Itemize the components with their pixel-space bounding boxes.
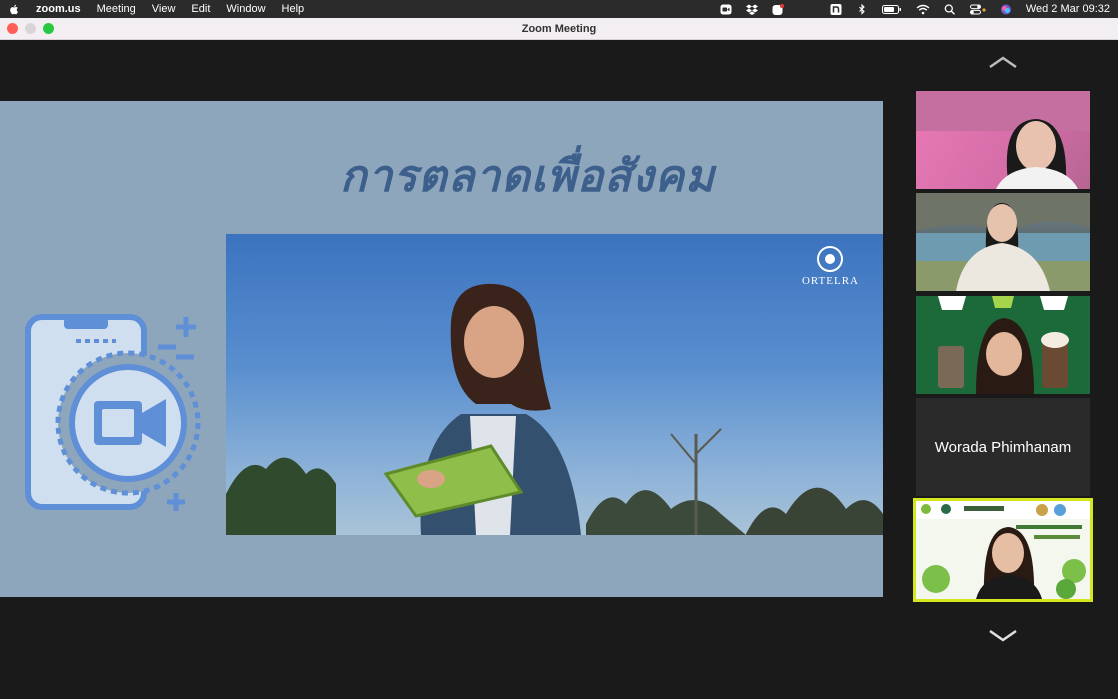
participant-video xyxy=(916,501,1090,599)
window-title-bar: Zoom Meeting xyxy=(0,18,1118,40)
meeting-area: การตลาดเพื่อสังคม ORTELRA Worada Phimhan… xyxy=(0,41,1118,699)
participant-video xyxy=(916,91,1090,189)
active-speaker-tile[interactable] xyxy=(913,498,1093,602)
macos-menu-bar: zoom.us Meeting View Edit Window Help We… xyxy=(0,0,1118,18)
battery-icon[interactable] xyxy=(881,4,902,15)
notes-app-icon[interactable] xyxy=(830,3,842,15)
siri-icon[interactable] xyxy=(1000,4,1012,15)
slide-title: การตลาดเพื่อสังคม xyxy=(340,151,716,202)
shared-screen[interactable]: การตลาดเพื่อสังคม ORTELRA xyxy=(0,101,883,597)
participant-video xyxy=(916,296,1090,394)
zoom-status-icon[interactable] xyxy=(720,4,732,15)
notification-app-icon[interactable] xyxy=(772,3,784,15)
slide-photo-woman-with-tablet: ORTELRA xyxy=(226,234,883,535)
menu-window[interactable]: Window xyxy=(226,3,265,15)
window-controls xyxy=(7,23,54,34)
participant-video-tile[interactable] xyxy=(916,296,1090,394)
bluetooth-icon[interactable] xyxy=(856,3,868,15)
window-title: Zoom Meeting xyxy=(521,22,597,35)
control-center-icon[interactable] xyxy=(969,4,986,15)
participant-video xyxy=(916,193,1090,291)
video-call-phone-icon xyxy=(25,314,201,511)
menu-edit[interactable]: Edit xyxy=(191,3,210,15)
ortelra-logo: ORTELRA xyxy=(802,246,859,287)
zoom-window-button[interactable] xyxy=(43,23,54,34)
search-icon[interactable] xyxy=(944,3,956,15)
participant-name: Worada Phimhanam xyxy=(934,438,1072,456)
menubar-clock[interactable]: Wed 2 Mar 09:32 xyxy=(1026,3,1110,15)
apple-icon[interactable] xyxy=(8,4,20,15)
minimize-window-button[interactable] xyxy=(25,23,36,34)
photo-scene xyxy=(226,283,883,535)
menu-app-name[interactable]: zoom.us xyxy=(36,3,81,15)
close-window-button[interactable] xyxy=(7,23,18,34)
menu-view[interactable]: View xyxy=(152,3,176,15)
wifi-icon[interactable] xyxy=(916,4,930,15)
brand-name: ORTELRA xyxy=(801,275,859,287)
menu-meeting[interactable]: Meeting xyxy=(97,3,136,15)
chevron-up-icon[interactable] xyxy=(988,55,1018,69)
menu-help[interactable]: Help xyxy=(282,3,305,15)
dropbox-icon[interactable] xyxy=(745,4,758,15)
participant-video-tile[interactable] xyxy=(916,91,1090,189)
participant-name-tile[interactable]: Worada Phimhanam xyxy=(916,398,1090,496)
chevron-down-icon[interactable] xyxy=(988,629,1018,643)
participant-video-tile[interactable] xyxy=(916,193,1090,291)
ortelra-mark-icon xyxy=(817,246,844,272)
